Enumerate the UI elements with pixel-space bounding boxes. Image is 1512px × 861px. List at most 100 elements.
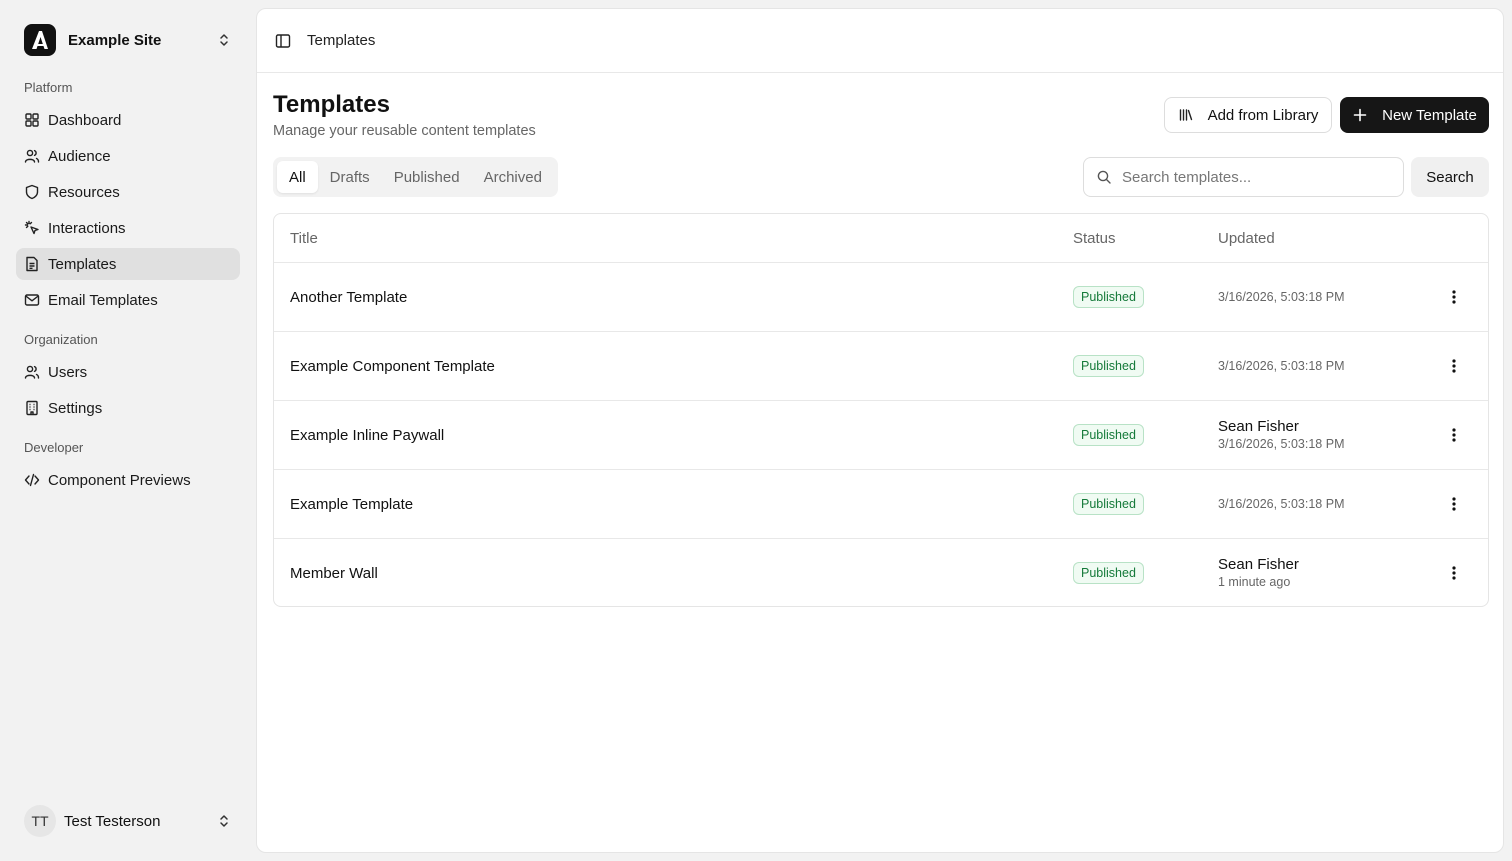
- page-title: Templates: [273, 91, 390, 118]
- status-badge: Published: [1073, 493, 1144, 515]
- updated-cell: Sean Fisher 3/16/2026, 5:03:18 PM: [1218, 401, 1344, 469]
- column-header-title: Title: [290, 230, 318, 247]
- search-button[interactable]: Search: [1411, 157, 1489, 197]
- table-header: Title Status Updated: [274, 214, 1488, 263]
- updated-cell: Sean Fisher 1 minute ago: [1218, 539, 1299, 606]
- site-logo-icon: [24, 24, 56, 56]
- template-title[interactable]: Member Wall: [290, 539, 378, 606]
- sidebar-item-label: Email Templates: [48, 291, 158, 309]
- user-menu[interactable]: TT Test Testerson: [16, 800, 240, 842]
- add-from-library-label: Add from Library: [1207, 106, 1319, 124]
- user-name: Test Testerson: [64, 812, 161, 830]
- sidebar-item-email-templates[interactable]: Email Templates: [16, 284, 240, 316]
- main-panel: Templates Templates Manage your reusable…: [256, 8, 1504, 853]
- sidebar-item-dashboard[interactable]: Dashboard: [16, 104, 240, 136]
- filter-tabs: All Drafts Published Archived: [273, 157, 558, 197]
- panel-left-icon: [275, 33, 291, 48]
- more-vertical-icon: [1452, 290, 1456, 304]
- sidebar-item-label: Audience: [48, 147, 111, 165]
- sidebar-item-settings[interactable]: Settings: [16, 392, 240, 424]
- section-label-developer: Developer: [24, 440, 84, 455]
- more-vertical-icon: [1452, 428, 1456, 442]
- sidebar: Example Site Platform Dashboard Audience…: [0, 0, 256, 861]
- more-vertical-icon: [1452, 566, 1456, 580]
- tab-all[interactable]: All: [277, 161, 318, 193]
- template-title[interactable]: Example Component Template: [290, 332, 495, 400]
- updated-by: Sean Fisher: [1218, 418, 1299, 435]
- sidebar-item-audience[interactable]: Audience: [16, 140, 240, 172]
- sidebar-item-resources[interactable]: Resources: [16, 176, 240, 208]
- status-badge: Published: [1073, 355, 1144, 377]
- table-row[interactable]: Example Component Template Published 3/1…: [274, 332, 1488, 401]
- sidebar-item-users[interactable]: Users: [16, 356, 240, 388]
- search-input[interactable]: [1122, 168, 1391, 186]
- row-actions-button[interactable]: [1442, 356, 1466, 376]
- sidebar-item-interactions[interactable]: Interactions: [16, 212, 240, 244]
- sidebar-item-component-previews[interactable]: Component Previews: [16, 464, 240, 496]
- sidebar-item-templates[interactable]: Templates: [16, 248, 240, 280]
- shield-icon: [25, 184, 39, 200]
- row-actions-button[interactable]: [1442, 494, 1466, 514]
- mail-icon: [24, 294, 40, 306]
- updated-at: 1 minute ago: [1218, 575, 1291, 589]
- page-subtitle: Manage your reusable content templates: [273, 123, 536, 139]
- dashboard-icon: [25, 113, 39, 127]
- chevrons-up-down-icon: [220, 815, 228, 827]
- plus-icon: [1353, 108, 1367, 122]
- site-name: Example Site: [68, 31, 162, 49]
- new-template-button[interactable]: New Template: [1340, 97, 1489, 133]
- table-row[interactable]: Another Template Published 3/16/2026, 5:…: [274, 263, 1488, 332]
- section-label-platform: Platform: [24, 80, 73, 95]
- updated-cell: 3/16/2026, 5:03:18 PM: [1218, 332, 1344, 400]
- column-header-updated: Updated: [1218, 230, 1275, 247]
- site-switcher[interactable]: Example Site: [16, 16, 240, 64]
- more-vertical-icon: [1452, 359, 1456, 373]
- more-vertical-icon: [1452, 497, 1456, 511]
- building-icon: [26, 400, 38, 416]
- sidebar-item-label: Interactions: [48, 219, 126, 237]
- sidebar-item-label: Component Previews: [48, 471, 191, 489]
- users-icon: [24, 365, 40, 379]
- status-badge: Published: [1073, 286, 1144, 308]
- template-title[interactable]: Example Template: [290, 470, 413, 538]
- updated-cell: 3/16/2026, 5:03:18 PM: [1218, 263, 1344, 331]
- table-row[interactable]: Member Wall Published Sean Fisher 1 minu…: [274, 539, 1488, 606]
- sidebar-item-label: Settings: [48, 399, 103, 417]
- users-icon: [24, 149, 40, 163]
- avatar: TT: [24, 805, 56, 837]
- library-icon: [1179, 109, 1192, 121]
- updated-at: 3/16/2026, 5:03:18 PM: [1218, 437, 1345, 451]
- table-row[interactable]: Example Template Published 3/16/2026, 5:…: [274, 470, 1488, 539]
- sidebar-toggle-button[interactable]: [273, 31, 293, 51]
- template-title[interactable]: Example Inline Paywall: [290, 401, 444, 469]
- updated-at: 3/16/2026, 5:03:18 PM: [1218, 290, 1345, 304]
- tab-published[interactable]: Published: [382, 161, 472, 193]
- row-actions-button[interactable]: [1442, 563, 1466, 583]
- status-badge: Published: [1073, 562, 1144, 584]
- table-row[interactable]: Example Inline Paywall Published Sean Fi…: [274, 401, 1488, 470]
- tab-drafts[interactable]: Drafts: [318, 161, 382, 193]
- updated-at: 3/16/2026, 5:03:18 PM: [1218, 359, 1345, 373]
- tab-archived[interactable]: Archived: [472, 161, 554, 193]
- section-label-organization: Organization: [24, 332, 98, 347]
- column-header-status: Status: [1073, 230, 1116, 247]
- updated-cell: 3/16/2026, 5:03:18 PM: [1218, 470, 1344, 538]
- code-icon: [24, 473, 40, 487]
- chevrons-up-down-icon: [220, 34, 228, 46]
- status-badge: Published: [1073, 424, 1144, 446]
- updated-at: 3/16/2026, 5:03:18 PM: [1218, 497, 1345, 511]
- row-actions-button[interactable]: [1442, 287, 1466, 307]
- templates-table: Title Status Updated Another Template Pu…: [273, 213, 1489, 607]
- search-box: [1083, 157, 1404, 197]
- new-template-label: New Template: [1382, 106, 1477, 124]
- row-actions-button[interactable]: [1442, 425, 1466, 445]
- breadcrumb: Templates: [307, 32, 376, 49]
- template-title[interactable]: Another Template: [290, 263, 407, 331]
- search-icon: [1097, 170, 1111, 184]
- sidebar-item-label: Users: [48, 363, 88, 381]
- sidebar-item-label: Dashboard: [48, 111, 122, 129]
- add-from-library-button[interactable]: Add from Library: [1164, 97, 1332, 133]
- topbar: Templates: [257, 9, 1503, 73]
- pointer-click-icon: [24, 220, 39, 235]
- updated-by: Sean Fisher: [1218, 556, 1299, 573]
